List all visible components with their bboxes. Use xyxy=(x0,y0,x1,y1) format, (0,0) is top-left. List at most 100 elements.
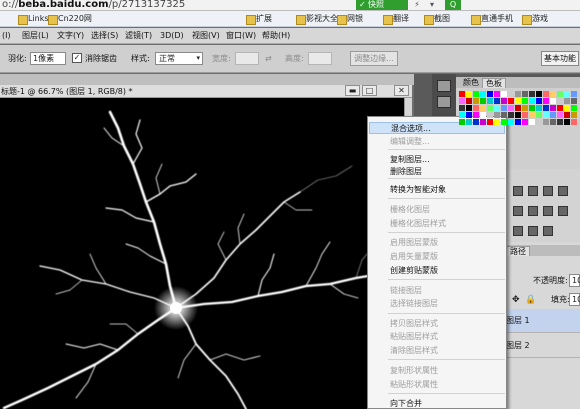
color-swatch[interactable] xyxy=(522,98,528,104)
color-swatch[interactable] xyxy=(473,98,479,104)
tab-color[interactable]: 颜色 xyxy=(460,78,482,88)
color-swatch[interactable] xyxy=(557,119,563,125)
color-swatch[interactable] xyxy=(543,119,549,125)
refine-edge-button[interactable]: 调整边缘... xyxy=(350,51,398,66)
color-swatch[interactable] xyxy=(564,119,570,125)
context-menu-item[interactable]: 选择链接图层 xyxy=(369,298,505,310)
color-swatch[interactable] xyxy=(508,105,514,111)
lightning-icon[interactable]: ⚡ xyxy=(411,0,423,10)
width-input[interactable] xyxy=(235,52,259,65)
color-swatch[interactable] xyxy=(487,91,493,97)
color-swatch[interactable] xyxy=(564,98,570,104)
color-swatch[interactable] xyxy=(529,98,535,104)
lock-icon[interactable]: ✥ xyxy=(512,294,520,306)
color-swatch[interactable] xyxy=(536,105,542,111)
color-swatch[interactable] xyxy=(480,119,486,125)
bookmark-translate[interactable]: 翻译 xyxy=(383,13,409,25)
height-input[interactable] xyxy=(308,52,332,65)
context-menu-item[interactable]: 编辑调整... xyxy=(369,136,505,148)
color-swatch[interactable] xyxy=(466,98,472,104)
color-swatch[interactable] xyxy=(550,105,556,111)
color-swatch[interactable] xyxy=(473,105,479,111)
invert-icon[interactable] xyxy=(513,226,523,236)
color-swatch[interactable] xyxy=(459,98,465,104)
color-swatch[interactable] xyxy=(522,105,528,111)
color-swatch[interactable] xyxy=(529,105,535,111)
bookmark-cn220[interactable]: Cn220网 xyxy=(48,13,92,25)
bookmark-movies[interactable]: 影视大全 xyxy=(296,13,338,25)
color-swatch[interactable] xyxy=(459,105,465,111)
color-swatch[interactable] xyxy=(557,98,563,104)
menu-3d[interactable]: 3D(D) xyxy=(160,30,184,42)
lock-all-icon[interactable]: 🔒 xyxy=(525,294,536,306)
color-swatch[interactable] xyxy=(494,98,500,104)
levels-icon[interactable] xyxy=(528,186,538,196)
menu-help[interactable]: 帮助(H) xyxy=(262,30,290,42)
color-swatch[interactable] xyxy=(501,119,507,125)
color-swatch[interactable] xyxy=(473,119,479,125)
workspace-button[interactable]: 基本功能 xyxy=(541,51,579,66)
color-swatch[interactable] xyxy=(515,91,521,97)
color-swatch[interactable] xyxy=(508,119,514,125)
context-menu-item[interactable]: 启用图层蒙版 xyxy=(369,237,505,249)
menu-type[interactable]: 文字(Y) xyxy=(57,30,84,42)
context-menu-item[interactable]: 栅格化图层样式 xyxy=(369,218,505,230)
color-swatch[interactable] xyxy=(508,112,514,118)
swap-icon[interactable]: ⇄ xyxy=(265,53,272,65)
color-swatch[interactable] xyxy=(571,112,577,118)
context-menu-item[interactable]: 粘贴形状属性 xyxy=(369,379,505,391)
bookmark-links[interactable]: Links xyxy=(18,13,49,25)
menu-window[interactable]: 窗口(W) xyxy=(226,30,256,42)
color-swatch[interactable] xyxy=(466,119,472,125)
color-swatch[interactable] xyxy=(529,112,535,118)
menu-layer[interactable]: 图层(L) xyxy=(22,30,49,42)
bookmark-extensions[interactable]: 扩展 xyxy=(246,13,272,25)
color-swatch[interactable] xyxy=(550,91,556,97)
color-swatch[interactable] xyxy=(571,119,577,125)
color-swatch[interactable] xyxy=(480,98,486,104)
color-swatch[interactable] xyxy=(487,98,493,104)
tab-paths[interactable]: 路径 xyxy=(506,246,530,256)
chevron-down-icon[interactable]: ▾ xyxy=(426,0,438,10)
minimize-button[interactable]: ▬ xyxy=(345,85,360,96)
document-canvas[interactable] xyxy=(0,98,404,409)
context-menu-item[interactable]: 启用矢量蒙版 xyxy=(369,251,505,263)
color-swatch[interactable] xyxy=(501,98,507,104)
color-swatch[interactable] xyxy=(515,105,521,111)
color-swatch[interactable] xyxy=(557,105,563,111)
close-button[interactable]: ✕ xyxy=(394,85,409,96)
color-swatch[interactable] xyxy=(536,112,542,118)
color-swatch[interactable] xyxy=(522,112,528,118)
style-select[interactable]: 正常 ▾ xyxy=(155,52,203,65)
posterize-icon[interactable] xyxy=(528,226,538,236)
hue-icon[interactable] xyxy=(528,206,538,216)
menu-image[interactable]: (I) xyxy=(2,30,11,42)
color-swatch[interactable] xyxy=(501,112,507,118)
antialias-checkbox[interactable]: ✓ xyxy=(72,53,82,63)
opacity-input[interactable]: 10 xyxy=(569,274,580,287)
color-swatch[interactable] xyxy=(571,105,577,111)
color-swatch[interactable] xyxy=(557,91,563,97)
context-menu-item[interactable]: 向下合并 xyxy=(369,398,505,409)
color-swatch[interactable] xyxy=(515,112,521,118)
color-swatch[interactable] xyxy=(494,119,500,125)
context-menu-item[interactable]: 复制图层... xyxy=(369,154,505,166)
color-swatch[interactable] xyxy=(529,91,535,97)
bookmark-screenshot[interactable]: 截图 xyxy=(424,13,450,25)
vibrance-icon[interactable] xyxy=(513,206,523,216)
color-swatch[interactable] xyxy=(564,112,570,118)
color-swatch[interactable] xyxy=(564,91,570,97)
context-menu-item[interactable]: 清除图层样式 xyxy=(369,345,505,357)
color-swatch[interactable] xyxy=(571,98,577,104)
color-swatch[interactable] xyxy=(494,112,500,118)
context-menu-item[interactable]: 转换为智能对象 xyxy=(369,184,505,196)
color-swatch[interactable] xyxy=(480,105,486,111)
color-swatch[interactable] xyxy=(508,91,514,97)
snapshot-button[interactable]: 快照 xyxy=(356,0,408,10)
fill-input[interactable]: 10 xyxy=(569,293,580,306)
color-swatch[interactable] xyxy=(459,112,465,118)
menu-select[interactable]: 选择(S) xyxy=(91,30,118,42)
color-swatch[interactable] xyxy=(508,98,514,104)
color-swatch[interactable] xyxy=(494,91,500,97)
bookmark-netbank[interactable]: 网银 xyxy=(337,13,363,25)
